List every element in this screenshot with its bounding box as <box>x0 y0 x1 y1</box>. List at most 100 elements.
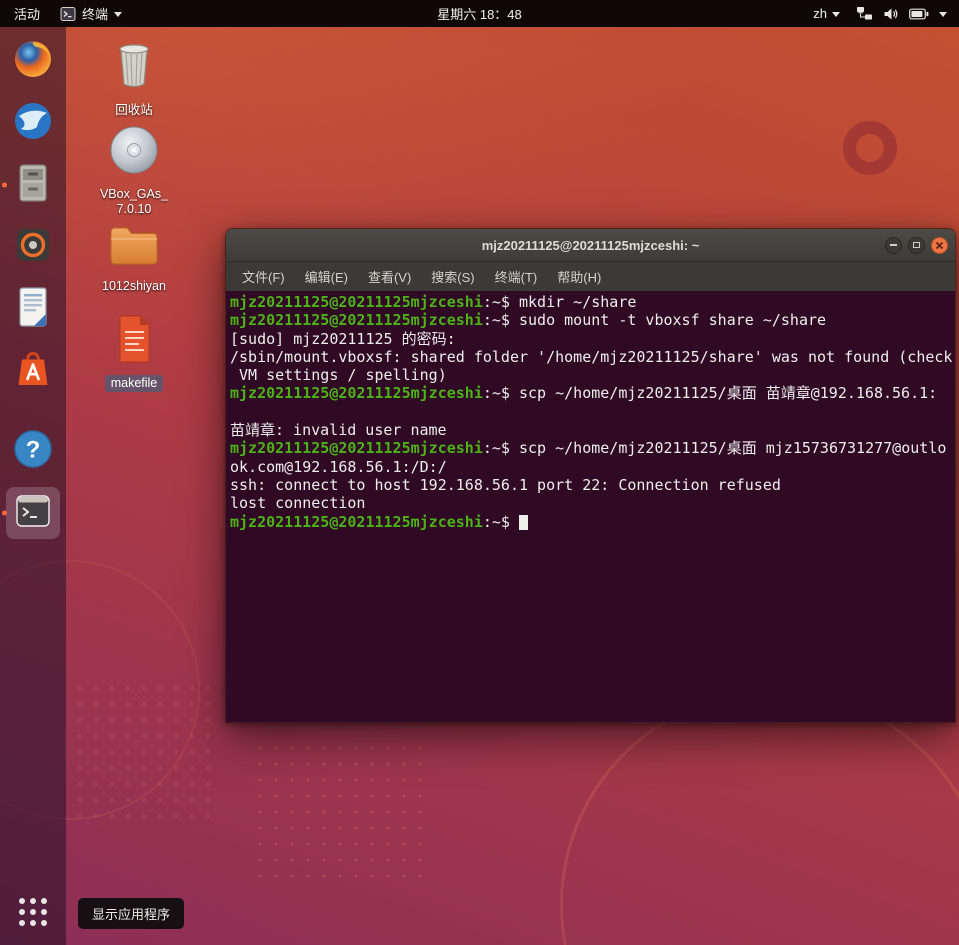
app-grid-icon <box>19 898 47 926</box>
svg-text:?: ? <box>26 436 41 463</box>
terminal-text-segment: :~$ <box>482 512 519 531</box>
dock-item-libreoffice-writer[interactable] <box>6 283 60 335</box>
terminal-text-segment: 苗靖章: invalid user name <box>230 421 447 440</box>
focused-app-label: 终端 <box>82 7 109 22</box>
help-icon: ? <box>12 428 54 475</box>
terminal-output[interactable]: mjz20211125@20211125mjzceshi:~$ mkdir ~/… <box>226 291 955 722</box>
terminal-line: lost connection <box>230 494 951 512</box>
thunderbird-icon <box>12 100 54 147</box>
terminal-text-segment: VM settings / spelling) <box>230 366 447 385</box>
terminal-text-segment: mjz20211125@20211125mjzceshi <box>230 439 483 458</box>
terminal-titlebar[interactable]: mjz20211125@20211125mjzceshi: ~ <box>226 229 955 262</box>
dock-item-ubuntu-software[interactable] <box>6 345 60 397</box>
terminal-line: ssh: connect to host 192.168.56.1 port 2… <box>230 476 951 494</box>
battery-icon <box>909 8 929 20</box>
terminal-text-segment: lost connection <box>230 494 366 513</box>
terminal-text-segment: ssh: connect to host 192.168.56.1 port 2… <box>230 475 781 494</box>
clock[interactable]: 星期六 18：48 <box>437 4 522 23</box>
activities-button[interactable]: 活动 <box>14 4 40 23</box>
desktop-icon-label: VBox_GAs_ 7.0.10 <box>99 187 169 216</box>
desktop-icon-vbox-guest-additions[interactable]: VBox_GAs_ 7.0.10 <box>95 124 173 217</box>
terminal-text-segment: :~$ mkdir ~/share <box>482 293 637 311</box>
chevron-down-icon <box>832 12 840 17</box>
terminal-line: mjz20211125@20211125mjzceshi:~$ scp ~/ho… <box>230 384 951 402</box>
minimize-icon <box>890 244 897 246</box>
terminal-line: VM settings / spelling) <box>230 366 951 384</box>
volume-icon <box>883 7 899 21</box>
terminal-cursor <box>519 514 528 530</box>
input-source-indicator[interactable]: zh <box>813 6 840 21</box>
terminal-line: mjz20211125@20211125mjzceshi:~$ <box>230 513 951 531</box>
chevron-down-icon <box>114 12 123 17</box>
maximize-icon <box>913 242 920 248</box>
minimize-button[interactable] <box>885 236 902 254</box>
desktop-icon-trash[interactable]: 回收站 <box>95 36 173 118</box>
maximize-button[interactable] <box>908 236 925 254</box>
desktop-icon-makefile[interactable]: makefile <box>95 312 173 392</box>
folder-icon <box>106 220 162 275</box>
terminal-line: [sudo] mjz20211125 的密码: <box>230 330 951 348</box>
terminal-text-segment: mjz20211125@20211125mjzceshi <box>230 384 483 403</box>
dock-item-rhythmbox[interactable] <box>6 221 60 273</box>
window-title: mjz20211125@20211125mjzceshi: ~ <box>481 237 700 253</box>
terminal-line: 苗靖章: invalid user name <box>230 421 951 439</box>
menu-terminal[interactable]: 终端(T) <box>485 262 548 291</box>
terminal-app-icon <box>60 6 76 22</box>
running-indicator-dot <box>2 182 7 188</box>
menu-file[interactable]: 文件(F) <box>232 262 295 291</box>
system-status-area[interactable] <box>856 6 947 21</box>
dock-item-terminal[interactable] <box>2 487 60 539</box>
show-applications-button[interactable] <box>6 889 60 935</box>
network-icon <box>856 6 873 21</box>
firefox-icon <box>12 38 54 85</box>
terminal-dock-icon <box>13 491 53 536</box>
optical-disc-icon <box>107 124 161 183</box>
terminal-text-segment: :~$ scp ~/home/mjz20211125/桌面 mjz1573673… <box>482 439 947 458</box>
terminal-text-segment: /sbin/mount.vboxsf: shared folder '/home… <box>230 347 953 366</box>
dock-item-help[interactable]: ? <box>6 425 60 477</box>
menu-edit[interactable]: 编辑(E) <box>295 262 358 291</box>
top-bar: 活动 终端 星期六 18：48 zh <box>0 0 959 27</box>
dock: ? <box>0 27 66 945</box>
dock-item-firefox[interactable] <box>6 35 60 87</box>
terminal-line: mjz20211125@20211125mjzceshi:~$ mkdir ~/… <box>230 293 951 311</box>
terminal-line: mjz20211125@20211125mjzceshi:~$ scp ~/ho… <box>230 439 951 457</box>
focused-app-menu[interactable]: 终端 <box>60 4 123 23</box>
dock-item-thunderbird[interactable] <box>6 97 60 149</box>
terminal-text-segment: mjz20211125@20211125mjzceshi <box>230 512 483 531</box>
terminal-menubar: 文件(F) 编辑(E) 查看(V) 搜索(S) 终端(T) 帮助(H) <box>226 262 955 291</box>
terminal-text-segment: :~$ sudo mount -t vboxsf share ~/share <box>482 311 827 330</box>
running-indicator-dot <box>2 510 7 516</box>
terminal-text-segment: [sudo] mjz20211125 的密码: <box>230 329 456 348</box>
terminal-text-segment: :~$ scp ~/home/mjz20211125/桌面 苗靖章@192.16… <box>482 384 938 403</box>
desktop-icon-label: 1012shiyan <box>102 279 166 293</box>
document-icon <box>109 312 159 371</box>
menu-search[interactable]: 搜索(S) <box>421 262 484 291</box>
terminal-text-segment: ok.com@192.168.56.1:/D:/ <box>230 457 447 476</box>
show-apps-tooltip: 显示应用程序 <box>78 898 185 929</box>
terminal-text-segment: mjz20211125@20211125mjzceshi <box>230 293 483 311</box>
wallpaper-dot-pattern <box>72 680 222 830</box>
dock-item-files[interactable] <box>2 159 60 211</box>
wallpaper-ring <box>843 121 897 175</box>
desktop-icon-label: makefile <box>104 375 164 392</box>
chevron-down-icon <box>939 12 947 17</box>
terminal-text-segment: mjz20211125@20211125mjzceshi <box>230 311 483 330</box>
terminal-line: /sbin/mount.vboxsf: shared folder '/home… <box>230 347 953 366</box>
input-source-label: zh <box>813 6 827 21</box>
rhythmbox-icon <box>13 225 53 270</box>
ubuntu-software-icon <box>13 348 53 395</box>
wallpaper-dot-pattern <box>252 740 422 880</box>
terminal-line: ok.com@192.168.56.1:/D:/ <box>230 458 951 476</box>
libreoffice-writer-icon <box>14 286 52 333</box>
close-button[interactable] <box>931 236 948 254</box>
wallpaper-ring <box>560 690 959 945</box>
terminal-window: mjz20211125@20211125mjzceshi: ~ 文件(F) 编辑… <box>225 228 956 723</box>
desktop-icon-label: 回收站 <box>115 103 153 117</box>
terminal-line: mjz20211125@20211125mjzceshi:~$ sudo mou… <box>230 311 951 329</box>
desktop-icon-folder-1012shiyan[interactable]: 1012shiyan <box>95 220 173 294</box>
files-icon <box>13 162 53 209</box>
menu-view[interactable]: 查看(V) <box>358 262 421 291</box>
menu-help[interactable]: 帮助(H) <box>547 262 611 291</box>
